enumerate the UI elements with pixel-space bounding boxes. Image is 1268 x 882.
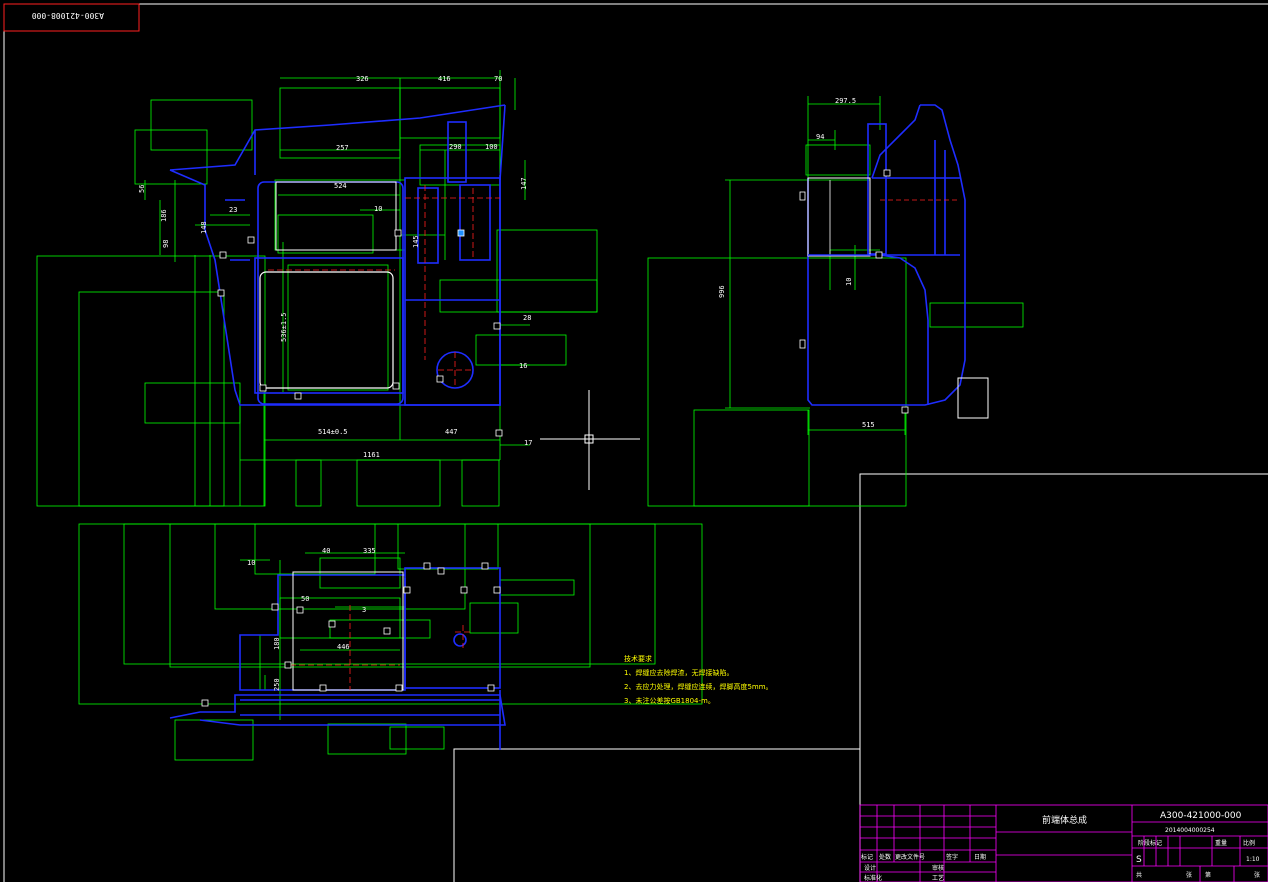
- tech-notes-title: 技术要求: [624, 654, 652, 663]
- dim-56: 56: [138, 185, 146, 193]
- head-label-1: 标记: [861, 853, 873, 861]
- tech-note-1: 1、焊缝应去除焊渣，无焊接缺陷。: [624, 668, 733, 677]
- row-label-1: 设计: [864, 864, 876, 872]
- head-label-2: 处数: [879, 853, 891, 861]
- dim-94: 94: [816, 133, 824, 141]
- dim-447: 447: [445, 428, 458, 436]
- row-label-3: 审核: [932, 864, 944, 872]
- dim-148: 148: [200, 221, 208, 234]
- dim-180: 180: [273, 637, 281, 650]
- dim-996: 996: [718, 285, 726, 298]
- title-block-number: A300-421000-000: [1160, 811, 1242, 821]
- tech-note-2: 2、去应力处理，焊缝应连续，焊脚高度5mm。: [624, 682, 773, 691]
- dim-50: 50: [301, 595, 309, 603]
- dim-10-side: 10: [845, 278, 853, 286]
- dim-297-5: 297.5: [835, 97, 856, 105]
- tech-note-3: 3、未注公差按GB1804-m。: [624, 696, 715, 705]
- head-label-4: 签字: [946, 853, 958, 861]
- dim-186: 186: [160, 209, 168, 222]
- dim-536: 536±1.5: [280, 312, 288, 342]
- dim-28: 28: [523, 314, 531, 322]
- row-label-2: 标准化: [864, 874, 882, 882]
- head-label-5: 日期: [974, 853, 986, 861]
- head-label-3: 更改文件号: [895, 853, 925, 861]
- dim-100: 100: [485, 143, 498, 151]
- dim-250: 250: [273, 678, 281, 691]
- dim-290: 290: [449, 143, 462, 151]
- right-label-1: 阶段标记: [1138, 839, 1162, 847]
- right-label-2: 重量: [1215, 839, 1227, 847]
- dim-326: 326: [356, 75, 369, 83]
- dim-40: 40: [322, 547, 330, 555]
- title-block-sub-number: 2014004000254: [1165, 827, 1215, 834]
- right-label-3: 比例: [1243, 839, 1255, 847]
- dim-10: 10: [374, 205, 382, 213]
- dim-257: 257: [336, 144, 349, 152]
- dim-17: 17: [524, 439, 532, 447]
- dim-416: 416: [438, 75, 451, 83]
- dim-98: 98: [162, 240, 170, 248]
- dim-514: 514±0.5: [318, 428, 348, 436]
- dim-10-top: 10: [247, 559, 255, 567]
- dim-16: 16: [519, 362, 527, 370]
- dim-145: 145: [412, 235, 420, 248]
- title-block-scale: 1:10: [1246, 856, 1260, 863]
- row-label-4: 工艺: [932, 874, 944, 882]
- dim-70: 70: [494, 75, 502, 83]
- bottom-label-2: 张: [1186, 871, 1192, 879]
- dim-515: 515: [862, 421, 875, 429]
- dim-335: 335: [363, 547, 376, 555]
- dim-147: 147: [520, 177, 528, 190]
- bottom-label-3: 第: [1205, 871, 1211, 879]
- title-block-grade: S: [1136, 855, 1142, 865]
- bottom-label-1: 共: [1136, 871, 1142, 879]
- dim-446: 446: [337, 643, 350, 651]
- bottom-label-4: 张: [1254, 871, 1260, 879]
- dim-1161: 1161: [363, 451, 380, 459]
- cad-drawing-canvas[interactable]: A300-421008-000 326 416 70 257 290 100 5…: [0, 0, 1268, 882]
- dim-23: 23: [229, 206, 237, 214]
- dim-524: 524: [334, 182, 347, 190]
- dim-3: 3: [362, 606, 366, 614]
- title-block-name: 前端体总成: [1042, 814, 1087, 826]
- corner-number-text: A300-421008-000: [32, 11, 104, 20]
